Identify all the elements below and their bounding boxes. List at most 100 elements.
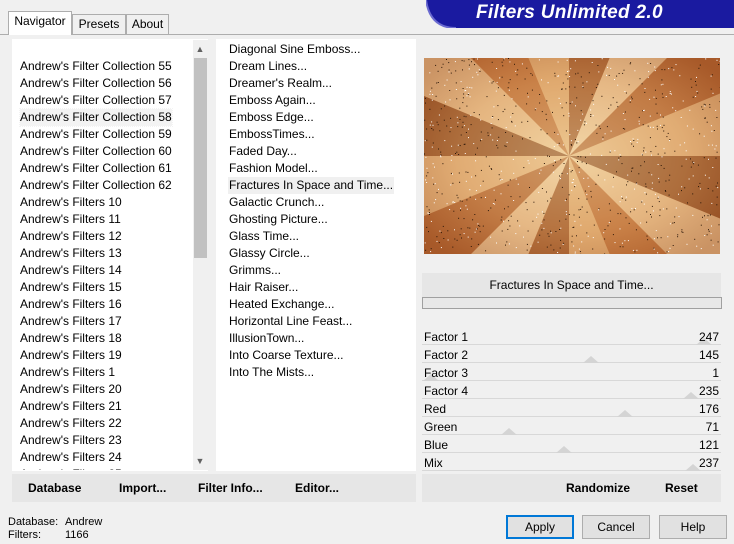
category-item[interactable]: Andrew's Filters 22 — [20, 415, 122, 432]
filter-list[interactable]: Diagonal Sine Emboss... Dream Lines... Dre… — [216, 39, 416, 471]
category-item[interactable]: Andrew's Filters 19 — [20, 347, 122, 364]
category-item[interactable]: Andrew's Filters 16 — [20, 296, 122, 313]
reset-button[interactable]: Reset — [665, 474, 698, 502]
category-item[interactable]: Andrew's Filters 12 — [20, 228, 122, 245]
editor-button[interactable]: Editor... — [295, 474, 339, 502]
preview-speck — [661, 93, 663, 95]
slider-green[interactable]: Green 71 — [422, 418, 721, 436]
preview-speck — [465, 132, 467, 133]
filter-item[interactable]: Fashion Model... — [228, 160, 319, 177]
filter-info-button[interactable]: Filter Info... — [198, 474, 263, 502]
filter-item[interactable]: EmbossTimes... — [228, 126, 316, 143]
slider-thumb-icon[interactable] — [583, 356, 599, 363]
filter-item[interactable]: Into Coarse Texture... — [228, 347, 345, 364]
category-scrollbar[interactable]: ▲ ▼ — [193, 40, 208, 470]
filter-item[interactable]: Diagonal Sine Emboss... — [228, 41, 361, 58]
slider-blue[interactable]: Blue 121 — [422, 436, 721, 454]
category-item[interactable]: Andrew's Filters 11 — [20, 211, 121, 228]
preview-speck — [602, 136, 604, 138]
slider-track[interactable] — [422, 362, 721, 363]
preview-speck — [540, 129, 542, 131]
slider-thumb-icon[interactable] — [617, 410, 633, 417]
preview-speck — [473, 58, 475, 60]
slider-track[interactable] — [422, 380, 721, 381]
category-item[interactable]: Andrew's Filter Collection 56 — [20, 75, 172, 92]
category-item[interactable]: Andrew's Filters 10 — [20, 194, 122, 211]
category-item[interactable]: Andrew's Filters 14 — [20, 262, 122, 279]
preview-speck — [475, 198, 477, 200]
slider-track[interactable] — [422, 416, 721, 417]
slider-factor-1[interactable]: Factor 1 247 — [422, 328, 721, 346]
filter-item[interactable]: Emboss Again... — [228, 92, 317, 109]
category-item[interactable]: Andrew's Filters 21 — [20, 398, 122, 415]
scroll-down-icon[interactable]: ▼ — [193, 454, 207, 468]
filter-item[interactable]: Heated Exchange... — [228, 296, 335, 313]
filter-item[interactable]: Glass Time... — [228, 228, 300, 245]
tab-about[interactable]: About — [126, 14, 169, 34]
tab-presets[interactable]: Presets — [72, 14, 126, 34]
filter-item[interactable]: Hair Raiser... — [228, 279, 299, 296]
category-item[interactable]: Andrew's Filter Collection 61 — [20, 160, 172, 177]
category-item[interactable]: Andrew's Filters 18 — [20, 330, 122, 347]
filter-item[interactable]: IllusionTown... — [228, 330, 305, 347]
preview-speck — [598, 125, 600, 127]
category-list[interactable]: Andrew's Filter Collection 55 Andrew's Fi… — [12, 39, 208, 471]
preview-speck — [503, 94, 505, 96]
slider-mix[interactable]: Mix 237 — [422, 454, 721, 472]
tab-navigator[interactable]: Navigator — [8, 11, 72, 35]
filter-item[interactable]: Glassy Circle... — [228, 245, 311, 262]
category-item[interactable]: Andrew's Filters 1 — [20, 364, 115, 381]
slider-thumb-icon[interactable] — [683, 392, 699, 399]
slider-red[interactable]: Red 176 — [422, 400, 721, 418]
filter-item[interactable]: Dream Lines... — [228, 58, 308, 75]
filter-item[interactable]: Fractures In Space and Time... — [228, 177, 395, 194]
category-item[interactable]: Andrew's Filter Collection 59 — [20, 126, 172, 143]
slider-track[interactable] — [422, 470, 721, 471]
cancel-button[interactable]: Cancel — [582, 515, 650, 539]
randomize-button[interactable]: Randomize — [566, 474, 630, 502]
slider-track[interactable] — [422, 344, 721, 345]
category-item[interactable]: Andrew's Filters 20 — [20, 381, 122, 398]
slider-factor-3[interactable]: Factor 3 1 — [422, 364, 721, 382]
scroll-thumb[interactable] — [194, 58, 207, 258]
filter-item[interactable]: Faded Day... — [228, 143, 298, 160]
category-item[interactable]: Andrew's Filters 24 — [20, 449, 122, 466]
scroll-up-icon[interactable]: ▲ — [193, 42, 207, 56]
import-button[interactable]: Import... — [119, 474, 166, 502]
category-item[interactable]: Andrew's Filters 25 — [20, 466, 122, 470]
preview-speck — [625, 199, 627, 201]
slider-value: 235 — [698, 384, 719, 398]
slider-factor-4[interactable]: Factor 4 235 — [422, 382, 721, 400]
filter-item[interactable]: Into The Mists... — [228, 364, 315, 381]
preview-speck — [619, 246, 621, 248]
slider-thumb-icon[interactable] — [556, 446, 572, 453]
category-item[interactable]: Andrew's Filter Collection 60 — [20, 143, 172, 160]
category-item[interactable]: Andrew's Filter Collection 55 — [20, 58, 172, 75]
slider-track[interactable] — [422, 434, 721, 435]
preview-speck — [543, 163, 545, 164]
preview-speck — [641, 83, 643, 85]
database-button[interactable]: Database — [28, 474, 81, 502]
preview-speck — [690, 78, 692, 80]
category-item[interactable]: Andrew's Filters 15 — [20, 279, 122, 296]
filter-item[interactable]: Galactic Crunch... — [228, 194, 325, 211]
category-item[interactable]: Andrew's Filter Collection 62 — [20, 177, 172, 194]
slider-factor-2[interactable]: Factor 2 145 — [422, 346, 721, 364]
filter-item[interactable]: Dreamer's Realm... — [228, 75, 333, 92]
filter-item[interactable]: Emboss Edge... — [228, 109, 315, 126]
category-item[interactable]: Andrew's Filters 13 — [20, 245, 122, 262]
help-button[interactable]: Help — [659, 515, 727, 539]
preview-speck — [669, 140, 670, 142]
preview-speck — [655, 103, 657, 105]
category-item[interactable]: Andrew's Filters 23 — [20, 432, 122, 449]
filter-item[interactable]: Ghosting Picture... — [228, 211, 329, 228]
slider-thumb-icon[interactable] — [501, 428, 517, 435]
apply-button[interactable]: Apply — [506, 515, 574, 539]
category-item[interactable]: Andrew's Filter Collection 58 — [19, 108, 173, 127]
filter-item[interactable]: Grimms... — [228, 262, 282, 279]
category-item[interactable]: Andrew's Filter Collection 57 — [20, 92, 172, 109]
category-item[interactable]: Andrew's Filters 17 — [20, 313, 122, 330]
filter-item[interactable]: Horizontal Line Feast... — [228, 313, 353, 330]
preview-speck — [426, 128, 428, 130]
slider-track[interactable] — [422, 398, 721, 399]
